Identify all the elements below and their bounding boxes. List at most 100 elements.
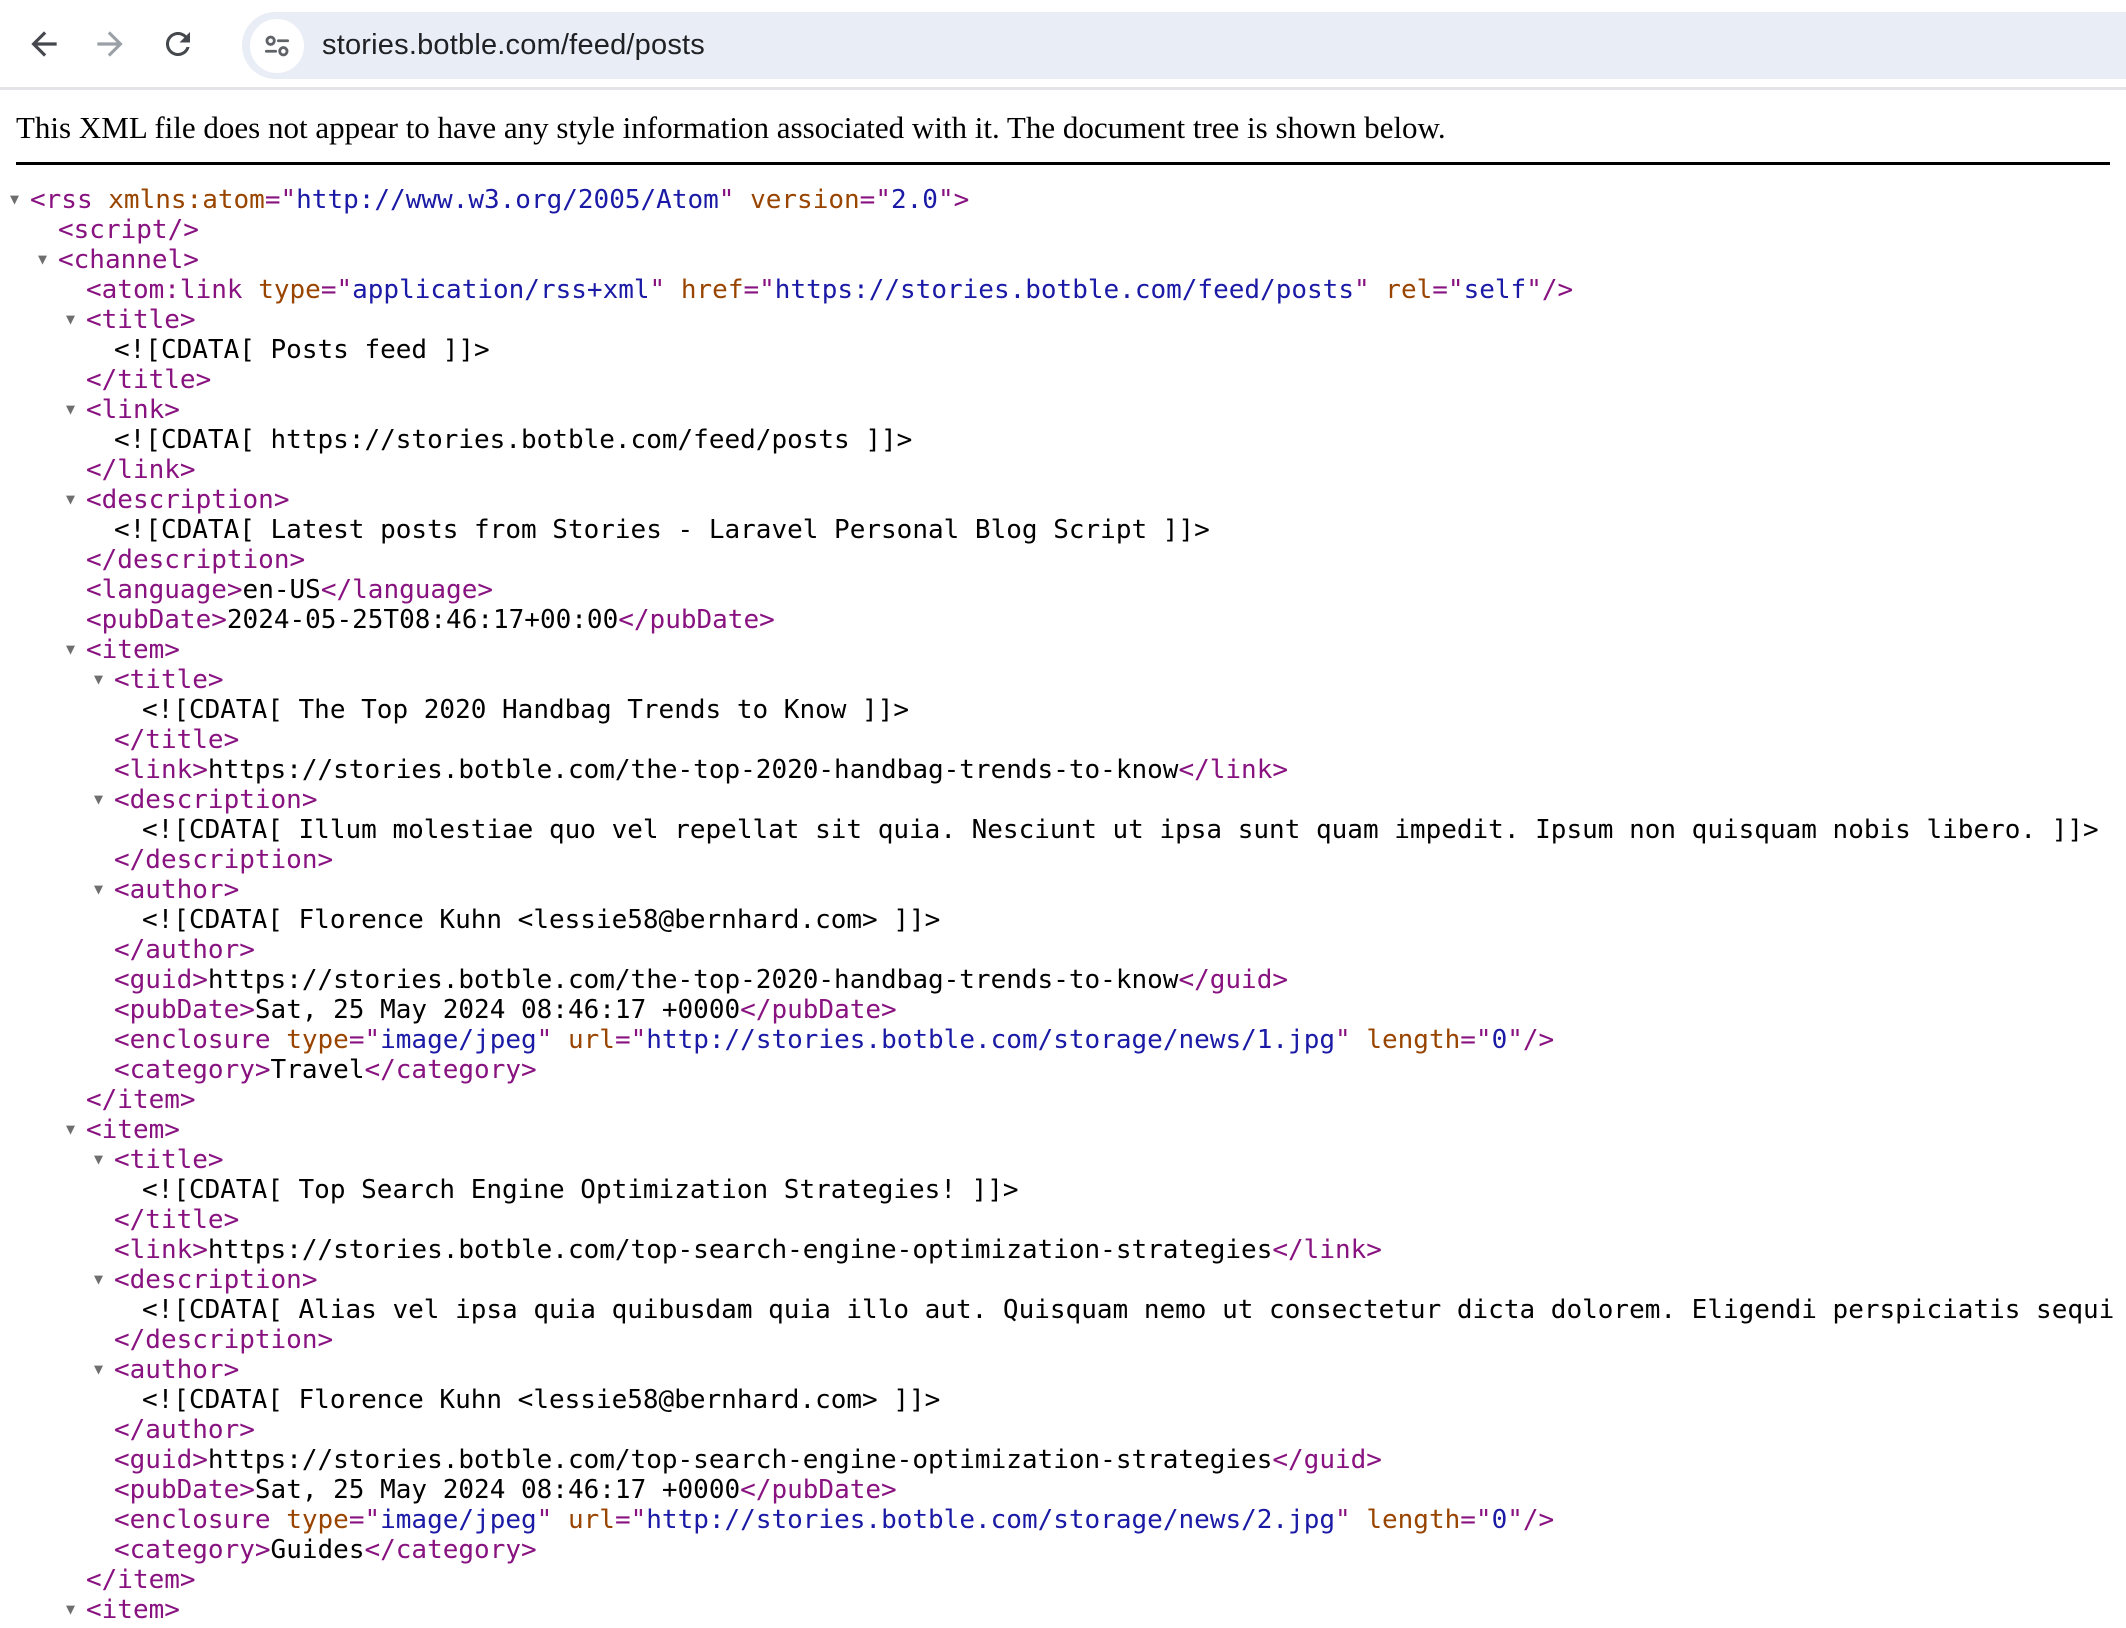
xml-tag: </category> <box>364 1535 536 1565</box>
xml-attribute-value: 2.0 <box>891 185 938 215</box>
collapse-arrow-icon[interactable]: ▼ <box>10 184 30 214</box>
xml-line: </author> <box>0 1415 2126 1445</box>
xml-tag: <enclosure <box>114 1505 286 1535</box>
xml-attribute-name: type <box>286 1505 349 1535</box>
xml-tag: <rss <box>30 185 108 215</box>
xml-line: <link>https://stories.botble.com/top-sea… <box>0 1235 2126 1265</box>
xml-text: <![CDATA[ https://stories.botble.com/fee… <box>114 425 912 455</box>
xml-line: <![CDATA[ Top Search Engine Optimization… <box>0 1175 2126 1205</box>
xml-attribute-value: http://stories.botble.com/storage/news/1… <box>646 1025 1335 1055</box>
collapse-arrow-icon[interactable]: ▼ <box>38 244 58 274</box>
xml-text: https://stories.botble.com/top-search-en… <box>208 1235 1272 1265</box>
url-bar[interactable]: stories.botble.com/feed/posts <box>242 12 2126 79</box>
xml-tag: </title> <box>86 365 211 395</box>
xml-attribute-name: rel <box>1385 275 1432 305</box>
xml-line: <![CDATA[ https://stories.botble.com/fee… <box>0 425 2126 455</box>
xml-line: <link>https://stories.botble.com/the-top… <box>0 755 2126 785</box>
xml-tree: ▼<rss xmlns:atom="http://www.w3.org/2005… <box>0 185 2126 1625</box>
xml-attribute-name: xmlns:atom <box>108 185 265 215</box>
collapse-arrow-icon[interactable]: ▼ <box>66 1594 86 1624</box>
xml-tag: " <box>537 1025 568 1055</box>
xml-attribute-value: http://stories.botble.com/storage/news/2… <box>646 1505 1335 1535</box>
xml-tag: <description> <box>114 1265 318 1295</box>
xml-tag: =" <box>615 1505 646 1535</box>
xml-tag: <item> <box>86 1595 180 1625</box>
xml-tag: </link> <box>86 455 196 485</box>
xml-tag: " <box>719 185 750 215</box>
xml-tag: =" <box>349 1025 380 1055</box>
xml-text: Sat, 25 May 2024 08:46:17 +0000 <box>255 995 740 1025</box>
xml-text: Guides <box>271 1535 365 1565</box>
xml-tag: " <box>537 1505 568 1535</box>
xml-tag: =" <box>1432 275 1463 305</box>
reload-icon <box>160 26 196 62</box>
xml-text: <![CDATA[ Posts feed ]]> <box>114 335 490 365</box>
xml-tag: </item> <box>86 1085 196 1115</box>
xml-tag: " <box>1335 1025 1366 1055</box>
xml-attribute-name: type <box>286 1025 349 1055</box>
xml-tag: =" <box>265 185 296 215</box>
xml-attribute-value: self <box>1464 275 1527 305</box>
collapse-arrow-icon[interactable]: ▼ <box>66 1114 86 1144</box>
xml-line: <![CDATA[ Posts feed ]]> <box>0 335 2126 365</box>
xml-tag: "/> <box>1507 1025 1554 1055</box>
collapse-arrow-icon[interactable]: ▼ <box>94 664 114 694</box>
xml-tag: <category> <box>114 1535 271 1565</box>
xml-attribute-name: url <box>568 1025 615 1055</box>
xml-line: ▼<description> <box>0 785 2126 815</box>
xml-text: 2024-05-25T08:46:17+00:00 <box>227 605 618 635</box>
xml-text: https://stories.botble.com/the-top-2020-… <box>208 965 1179 995</box>
collapse-arrow-icon[interactable]: ▼ <box>66 634 86 664</box>
site-settings-button[interactable] <box>250 19 304 73</box>
xml-line: ▼<author> <box>0 875 2126 905</box>
collapse-arrow-icon[interactable]: ▼ <box>66 304 86 334</box>
collapse-arrow-icon[interactable]: ▼ <box>94 1264 114 1294</box>
xml-line: <![CDATA[ Florence Kuhn <lessie58@bernha… <box>0 905 2126 935</box>
forward-button[interactable] <box>80 14 140 74</box>
xml-attribute-name: length <box>1366 1505 1460 1535</box>
xml-tag: "/> <box>1526 275 1573 305</box>
collapse-arrow-icon[interactable]: ▼ <box>94 1144 114 1174</box>
xml-tag: </title> <box>114 725 239 755</box>
xml-text: https://stories.botble.com/top-search-en… <box>208 1445 1272 1475</box>
xml-line: <pubDate>2024-05-25T08:46:17+00:00</pubD… <box>0 605 2126 635</box>
xml-tag: <description> <box>86 485 290 515</box>
xml-line: <![CDATA[ The Top 2020 Handbag Trends to… <box>0 695 2126 725</box>
xml-tag: <item> <box>86 635 180 665</box>
xml-attribute-value: image/jpeg <box>380 1025 537 1055</box>
xml-tag: </pubDate> <box>740 1475 897 1505</box>
collapse-arrow-icon[interactable]: ▼ <box>66 484 86 514</box>
xml-line: <script/> <box>0 215 2126 245</box>
xml-tag: </item> <box>86 1565 196 1595</box>
xml-line: <language>en-US</language> <box>0 575 2126 605</box>
collapse-arrow-icon[interactable]: ▼ <box>94 1354 114 1384</box>
xml-line: </item> <box>0 1085 2126 1115</box>
reload-button[interactable] <box>148 14 208 74</box>
xml-tag: </description> <box>114 845 333 875</box>
collapse-arrow-icon[interactable]: ▼ <box>94 784 114 814</box>
back-button[interactable] <box>14 14 74 74</box>
collapse-arrow-icon[interactable]: ▼ <box>66 394 86 424</box>
xml-line: <guid>https://stories.botble.com/the-top… <box>0 965 2126 995</box>
xml-line: ▼<link> <box>0 395 2126 425</box>
xml-tag: </pubDate> <box>740 995 897 1025</box>
xml-tag: </title> <box>114 1205 239 1235</box>
xml-line: </title> <box>0 365 2126 395</box>
xml-text: <![CDATA[ Illum molestiae quo vel repell… <box>142 815 2099 845</box>
xml-tag: " <box>650 275 681 305</box>
xml-line: ▼<title> <box>0 305 2126 335</box>
xml-attribute-name: href <box>681 275 744 305</box>
xml-line: <atom:link type="application/rss+xml" hr… <box>0 275 2126 305</box>
xml-tag: <pubDate> <box>114 995 255 1025</box>
xml-line: ▼<author> <box>0 1355 2126 1385</box>
xml-tag: <title> <box>86 305 196 335</box>
xml-text: <![CDATA[ Florence Kuhn <lessie58@bernha… <box>142 905 940 935</box>
xml-tag: <description> <box>114 785 318 815</box>
xml-line: ▼<description> <box>0 1265 2126 1295</box>
xml-line: <enclosure type="image/jpeg" url="http:/… <box>0 1025 2126 1055</box>
xml-text: <![CDATA[ Alias vel ipsa quia quibusdam … <box>142 1295 2114 1325</box>
xml-line: </description> <box>0 545 2126 575</box>
xml-line: </item> <box>0 1565 2126 1595</box>
collapse-arrow-icon[interactable]: ▼ <box>94 874 114 904</box>
xml-tag: <pubDate> <box>114 1475 255 1505</box>
